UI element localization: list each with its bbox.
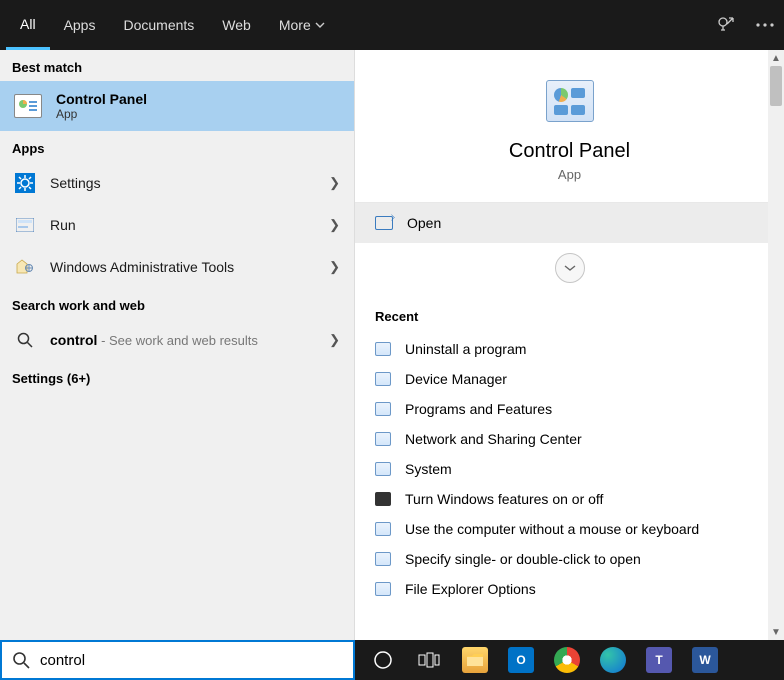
chevron-right-icon: ❯	[329, 332, 340, 348]
recent-label: Network and Sharing Center	[405, 431, 582, 447]
start-search-box[interactable]	[0, 640, 355, 680]
tab-all[interactable]: All	[6, 0, 50, 50]
taskbar: O T W	[355, 640, 784, 680]
chevron-down-icon	[315, 22, 325, 28]
control-panel-icon	[14, 94, 42, 118]
result-preview-pane: Control Panel App Open Recent Uninstall …	[355, 50, 784, 640]
control-panel-item-icon	[375, 402, 391, 416]
best-match-control-panel[interactable]: Control Panel App	[0, 81, 354, 131]
taskbar-teams[interactable]: T	[637, 640, 681, 680]
tab-documents[interactable]: Documents	[109, 0, 208, 50]
recent-label: File Explorer Options	[405, 581, 536, 597]
result-run[interactable]: Run ❯	[0, 204, 354, 246]
result-label: Settings	[50, 175, 315, 191]
scroll-thumb[interactable]	[770, 66, 782, 106]
control-panel-item-icon	[375, 432, 391, 446]
recent-label: Uninstall a program	[405, 341, 526, 357]
windows-features-icon	[375, 492, 391, 506]
recent-no-mouse-keyboard[interactable]: Use the computer without a mouse or keyb…	[375, 514, 764, 544]
feedback-icon[interactable]	[716, 15, 736, 35]
preview-subtitle: App	[355, 167, 784, 182]
chevron-down-icon	[563, 264, 577, 272]
taskbar-edge[interactable]	[591, 640, 635, 680]
control-panel-item-icon	[375, 372, 391, 386]
control-panel-item-icon	[375, 522, 391, 536]
control-panel-item-icon	[375, 462, 391, 476]
search-results-main: Best match Control Panel App Apps Settin…	[0, 50, 784, 640]
control-panel-item-icon	[375, 582, 391, 596]
recent-label: Device Manager	[405, 371, 507, 387]
cortana-icon[interactable]	[361, 640, 405, 680]
recent-device-manager[interactable]: Device Manager	[375, 364, 764, 394]
preview-title: Control Panel	[355, 140, 784, 163]
recent-uninstall-program[interactable]: Uninstall a program	[375, 334, 764, 364]
recent-label: Turn Windows features on or off	[405, 491, 603, 507]
control-panel-large-icon	[546, 80, 594, 122]
admin-tools-icon	[14, 256, 36, 278]
best-match-title: Control Panel	[56, 91, 147, 107]
result-label: Run	[50, 217, 315, 233]
expand-actions-button[interactable]	[555, 253, 585, 283]
search-icon	[12, 651, 30, 669]
result-settings[interactable]: Settings ❯	[0, 162, 354, 204]
scroll-up-arrow[interactable]: ▲	[768, 50, 784, 66]
recent-heading: Recent	[375, 301, 764, 334]
results-list: Best match Control Panel App Apps Settin…	[0, 50, 355, 640]
result-admin-tools[interactable]: Windows Administrative Tools ❯	[0, 246, 354, 288]
tab-more-label: More	[279, 17, 311, 33]
settings-gear-icon	[14, 172, 36, 194]
taskbar-outlook[interactable]: O	[499, 640, 543, 680]
section-search-web: Search work and web	[0, 288, 354, 319]
scroll-down-arrow[interactable]: ▼	[768, 624, 784, 640]
recent-click-options[interactable]: Specify single- or double-click to open	[375, 544, 764, 574]
search-icon	[14, 329, 36, 351]
recent-windows-features[interactable]: Turn Windows features on or off	[375, 484, 764, 514]
taskbar-word[interactable]: W	[683, 640, 727, 680]
vertical-scrollbar[interactable]: ▲ ▼	[768, 50, 784, 640]
action-open[interactable]: Open	[355, 203, 784, 243]
more-options-icon[interactable]	[756, 23, 774, 27]
recent-label: Programs and Features	[405, 401, 552, 417]
web-search-term: control	[50, 332, 97, 348]
expand-actions-row	[355, 243, 784, 293]
control-panel-item-icon	[375, 342, 391, 356]
search-filter-tabs: All Apps Documents Web More	[0, 0, 784, 50]
section-best-match: Best match	[0, 50, 354, 81]
search-input[interactable]	[40, 652, 343, 669]
recent-label: Specify single- or double-click to open	[405, 551, 641, 567]
preview-header: Control Panel App	[355, 50, 784, 203]
recent-label: System	[405, 461, 452, 477]
web-search-sub: - See work and web results	[97, 333, 257, 348]
taskbar-file-explorer[interactable]	[453, 640, 497, 680]
run-dialog-icon	[14, 214, 36, 236]
recent-file-explorer-options[interactable]: File Explorer Options	[375, 574, 764, 604]
taskbar-chrome[interactable]	[545, 640, 589, 680]
section-apps: Apps	[0, 131, 354, 162]
chevron-right-icon: ❯	[329, 259, 340, 275]
result-label: Windows Administrative Tools	[50, 259, 315, 275]
recent-label: Use the computer without a mouse or keyb…	[405, 521, 699, 537]
action-open-label: Open	[407, 215, 441, 231]
tab-more[interactable]: More	[265, 0, 339, 50]
section-settings-more[interactable]: Settings (6+)	[0, 361, 354, 392]
control-panel-item-icon	[375, 552, 391, 566]
bottom-bar: O T W	[0, 640, 784, 680]
recent-network-sharing[interactable]: Network and Sharing Center	[375, 424, 764, 454]
result-web-search[interactable]: control - See work and web results ❯	[0, 319, 354, 361]
chevron-right-icon: ❯	[329, 175, 340, 191]
tab-web[interactable]: Web	[208, 0, 265, 50]
chevron-right-icon: ❯	[329, 217, 340, 233]
open-icon	[375, 216, 393, 230]
task-view-icon[interactable]	[407, 640, 451, 680]
tab-apps[interactable]: Apps	[50, 0, 110, 50]
recent-block: Recent Uninstall a program Device Manage…	[355, 293, 784, 616]
recent-system[interactable]: System	[375, 454, 764, 484]
best-match-sub: App	[56, 107, 147, 121]
recent-programs-features[interactable]: Programs and Features	[375, 394, 764, 424]
